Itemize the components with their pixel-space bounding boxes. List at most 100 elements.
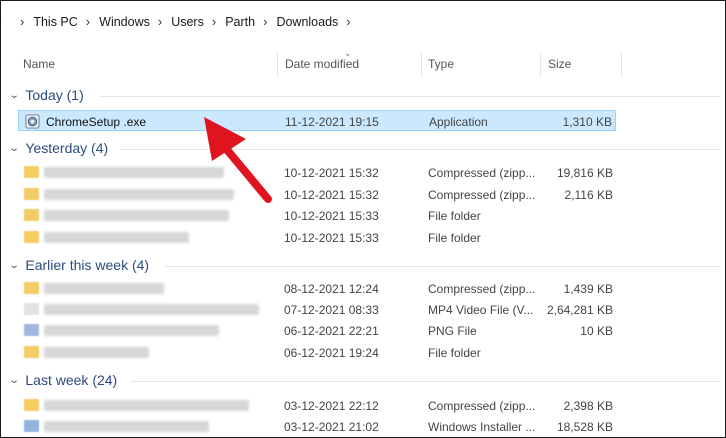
breadcrumb-parth[interactable]: Parth	[225, 15, 255, 29]
blurred-file-name	[44, 210, 229, 221]
group-divider	[130, 381, 720, 382]
group-label: Yesterday (4)	[25, 140, 109, 156]
file-date: 06-12-2021 19:24	[284, 346, 379, 360]
back-chevron-icon[interactable]: ‹	[0, 12, 2, 28]
breadcrumb-chevron-icon[interactable]: ›	[86, 14, 90, 29]
column-header-type[interactable]: Type	[428, 57, 454, 71]
group-label: Today (1)	[25, 87, 84, 103]
group-label: Earlier this week (4)	[25, 257, 150, 273]
file-type: Application	[429, 115, 488, 129]
file-type: Compressed (zipp...	[428, 166, 536, 180]
column-header-name[interactable]: Name	[23, 57, 55, 71]
column-header-size[interactable]: Size	[548, 57, 571, 71]
column-divider[interactable]	[277, 52, 278, 78]
zip-folder-icon	[24, 188, 39, 200]
file-size: 10 KB	[580, 324, 613, 338]
group-header-today[interactable]: ⌄ Today (1)	[9, 87, 84, 103]
group-header-yesterday[interactable]: ⌄ Yesterday (4)	[9, 140, 109, 156]
collapse-chevron-icon[interactable]: ⌄	[9, 260, 20, 271]
video-file-icon	[24, 303, 39, 315]
file-date: 11-12-2021 19:15	[285, 115, 379, 129]
file-date: 08-12-2021 12:24	[284, 282, 379, 296]
file-date: 03-12-2021 22:12	[284, 399, 379, 413]
file-date: 07-12-2021 08:33	[284, 303, 379, 317]
group-header-earlier-this-week[interactable]: ⌄ Earlier this week (4)	[9, 257, 150, 273]
file-row[interactable]: 06-12-2021 19:24 File folder	[18, 342, 616, 363]
breadcrumb-chevron-icon[interactable]: ›	[20, 14, 24, 29]
breadcrumb-chevron-icon[interactable]: ›	[212, 14, 216, 29]
column-divider[interactable]	[421, 52, 422, 78]
file-name: ChromeSetup .exe	[46, 115, 147, 129]
file-size: 1,310 KB	[562, 115, 612, 129]
file-date: 10-12-2021 15:32	[284, 188, 379, 202]
folder-icon	[24, 209, 39, 221]
file-row[interactable]: 08-12-2021 12:24 Compressed (zipp... 1,4…	[18, 278, 616, 299]
file-row-chromesetup[interactable]: ChromeSetup .exe 11-12-2021 19:15 Applic…	[18, 110, 616, 131]
collapse-chevron-icon[interactable]: ⌄	[9, 143, 20, 154]
breadcrumb-chevron-icon[interactable]: ›	[346, 14, 350, 29]
breadcrumb-this-pc[interactable]: This PC	[33, 15, 77, 29]
column-divider[interactable]	[540, 52, 541, 78]
blurred-file-name	[44, 304, 259, 315]
file-size: 2,398 KB	[563, 399, 613, 413]
file-date: 06-12-2021 22:21	[284, 324, 379, 338]
blurred-file-name	[44, 400, 249, 411]
blurred-file-name	[44, 325, 219, 336]
file-row[interactable]: 10-12-2021 15:33 File folder	[18, 205, 616, 226]
blurred-file-name	[44, 421, 209, 432]
zip-folder-icon	[24, 166, 39, 178]
folder-icon	[24, 346, 39, 358]
file-row[interactable]: 03-12-2021 22:12 Compressed (zipp... 2,3…	[18, 395, 616, 416]
file-date: 03-12-2021 21:02	[284, 420, 379, 434]
group-divider	[165, 266, 720, 267]
file-row[interactable]: 06-12-2021 22:21 PNG File 10 KB	[18, 320, 616, 341]
column-header-row: Name ⌄ Date modified Type Size	[0, 44, 726, 82]
file-date: 10-12-2021 15:33	[284, 231, 379, 245]
collapse-chevron-icon[interactable]: ⌄	[9, 375, 20, 386]
file-type: File folder	[428, 231, 481, 245]
file-type: File folder	[428, 209, 481, 223]
file-size: 2,64,281 KB	[546, 303, 613, 317]
zip-folder-icon	[24, 399, 39, 411]
breadcrumb: › This PC › Windows › Users › Parth › Do…	[12, 14, 360, 29]
file-type: File folder	[428, 346, 481, 360]
file-row[interactable]: 03-12-2021 21:02 Windows Installer ... 1…	[18, 416, 616, 437]
address-bar[interactable]: ‹ › This PC › Windows › Users › Parth › …	[0, 0, 726, 40]
installer-icon	[24, 420, 39, 432]
file-size: 2,116 KB	[564, 188, 613, 202]
file-date: 10-12-2021 15:33	[284, 209, 379, 223]
file-date: 10-12-2021 15:32	[284, 166, 379, 180]
file-type: Compressed (zipp...	[428, 399, 536, 413]
group-header-last-week[interactable]: ⌄ Last week (24)	[9, 372, 118, 388]
file-size: 19,816 KB	[556, 166, 613, 180]
column-divider[interactable]	[621, 52, 622, 78]
file-size: 18,528 KB	[556, 420, 613, 434]
file-row[interactable]: 07-12-2021 08:33 MP4 Video File (V... 2,…	[18, 299, 616, 320]
image-file-icon	[24, 324, 39, 336]
group-label: Last week (24)	[25, 372, 118, 388]
collapse-chevron-icon[interactable]: ⌄	[9, 90, 20, 101]
blurred-file-name	[44, 283, 164, 294]
file-row[interactable]: 10-12-2021 15:32 Compressed (zipp... 2,1…	[18, 184, 616, 205]
file-type: MP4 Video File (V...	[428, 303, 534, 317]
file-row[interactable]: 10-12-2021 15:32 Compressed (zipp... 19,…	[18, 162, 616, 183]
file-type: PNG File	[428, 324, 477, 338]
file-size: 1,439 KB	[563, 282, 613, 296]
file-row[interactable]: 10-12-2021 15:33 File folder	[18, 227, 616, 248]
folder-icon	[24, 231, 39, 243]
file-type: Compressed (zipp...	[428, 188, 536, 202]
blurred-file-name	[44, 347, 149, 358]
breadcrumb-windows[interactable]: Windows	[99, 15, 150, 29]
application-icon	[25, 114, 40, 129]
group-divider	[100, 96, 720, 97]
breadcrumb-users[interactable]: Users	[171, 15, 204, 29]
red-arrow-annotation-icon	[204, 117, 272, 203]
zip-folder-icon	[24, 282, 39, 294]
blurred-file-name	[44, 232, 189, 243]
breadcrumb-downloads[interactable]: Downloads	[276, 15, 338, 29]
file-type: Compressed (zipp...	[428, 282, 536, 296]
column-header-date[interactable]: Date modified	[285, 57, 359, 71]
breadcrumb-chevron-icon[interactable]: ›	[158, 14, 162, 29]
file-type: Windows Installer ...	[428, 420, 536, 434]
breadcrumb-chevron-icon[interactable]: ›	[263, 14, 267, 29]
